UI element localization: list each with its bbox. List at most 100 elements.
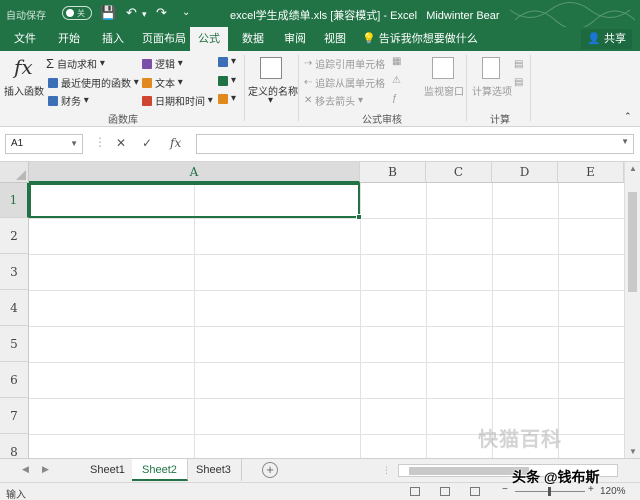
vertical-scroll-thumb[interactable] (628, 192, 637, 292)
undo-icon[interactable]: ↶ (126, 5, 137, 21)
formula-bar: A1 ▼ ⋮ ✕ ✓ fx ▼ (0, 127, 640, 162)
column-header-b[interactable]: B (360, 162, 426, 183)
recent-functions-button[interactable]: 最近使用的函数 ▾ (48, 75, 139, 90)
calc-now-icon[interactable]: ▤ (514, 59, 523, 70)
tab-file[interactable]: 文件 (6, 27, 44, 51)
watch-window-button[interactable]: 监视窗口 (424, 83, 464, 98)
redo-icon[interactable]: ↷ (156, 5, 167, 21)
expand-formula-bar-icon[interactable]: ▼ (621, 137, 629, 146)
vertical-scrollbar[interactable]: ▲ ▼ (624, 162, 640, 458)
select-all-corner[interactable] (0, 162, 29, 183)
save-icon[interactable]: 💾 (100, 5, 116, 21)
financial-button[interactable]: 财务 ▾ (48, 93, 89, 108)
math-button[interactable]: ▾ (218, 75, 236, 86)
more-functions-button[interactable]: ▾ (218, 93, 236, 104)
separator (244, 55, 245, 121)
sheet-tab-2[interactable]: Sheet2 (132, 459, 188, 481)
tab-home[interactable]: 开始 (50, 27, 88, 51)
cancel-icon[interactable]: ✕ (116, 136, 126, 150)
tab-review[interactable]: 审阅 (276, 27, 314, 51)
zoom-out-icon[interactable]: − (502, 484, 508, 495)
trace-dependents-icon: ⇠ (304, 77, 316, 88)
row-header-4[interactable]: 4 (0, 290, 29, 326)
insert-function-icon[interactable]: fx (170, 136, 181, 150)
name-box-dropdown-icon[interactable]: ▼ (70, 135, 78, 153)
show-formulas-icon[interactable]: ▦ (392, 56, 401, 67)
trace-precedents-icon: ⇢ (304, 58, 316, 69)
error-checking-icon[interactable]: ⚠ (392, 75, 401, 86)
toggle-knob (66, 9, 74, 17)
zoom-slider-knob[interactable] (548, 487, 551, 496)
column-header-e[interactable]: E (558, 162, 624, 183)
calc-sheet-icon[interactable]: ▤ (514, 77, 523, 88)
calc-options-button[interactable]: 计算选项 (472, 83, 512, 98)
row-header-6[interactable]: 6 (0, 362, 29, 398)
insert-function-button[interactable]: 插入函数 (4, 83, 44, 98)
autosum-button[interactable]: Σ 自动求和 ▾ (46, 56, 105, 71)
column-header-a[interactable]: A (29, 162, 360, 183)
datetime-button[interactable]: 日期和时间 ▾ (142, 93, 213, 108)
fx-icon: fx (14, 55, 33, 79)
row-header-3[interactable]: 3 (0, 254, 29, 290)
name-box[interactable]: A1 ▼ (5, 134, 83, 154)
undo-dropdown-icon[interactable]: ▾ (142, 9, 147, 20)
watch-window-icon (432, 57, 454, 79)
tell-me-search[interactable]: 💡 告诉我你想要做什么 (362, 27, 478, 51)
column-header-d[interactable]: D (492, 162, 558, 183)
split-handle-icon[interactable]: ⋮ (382, 465, 391, 476)
row-header-8[interactable]: 8 (0, 434, 29, 458)
column-header-c[interactable]: C (426, 162, 492, 183)
horizontal-scroll-thumb[interactable] (409, 467, 529, 475)
page-break-view-icon[interactable] (470, 487, 480, 496)
user-name[interactable]: Midwinter Bear (426, 10, 499, 22)
tab-data[interactable]: 数据 (234, 27, 272, 51)
name-box-value: A1 (11, 138, 24, 149)
gridline (29, 254, 624, 255)
lookup-button[interactable]: ▾ (218, 56, 236, 67)
page-layout-view-icon[interactable] (440, 487, 450, 496)
formula-input[interactable]: ▼ (196, 134, 634, 154)
evaluate-formula-icon[interactable]: ƒ (392, 93, 398, 104)
collapse-ribbon-icon[interactable]: ⌃ (624, 111, 632, 122)
customize-toolbar-icon[interactable]: ⌄ (182, 7, 190, 18)
row-header-5[interactable]: 5 (0, 326, 29, 362)
zoom-percent[interactable]: 120% (600, 486, 626, 497)
title-bar-decoration (510, 2, 636, 27)
worksheet-grid[interactable]: A B C D E 1 2 3 4 5 6 7 8 ▲ ▼ (0, 162, 640, 458)
autosave-toggle[interactable]: 关 (62, 6, 92, 20)
row-header-7[interactable]: 7 (0, 398, 29, 434)
row-header-2[interactable]: 2 (0, 218, 29, 254)
separator (298, 55, 299, 121)
trace-precedents-label: 追踪引用单元格 (315, 60, 386, 71)
site-watermark: 快猫百科 (478, 429, 562, 451)
group-label-library: 函数库 (108, 115, 138, 126)
scroll-down-icon[interactable]: ▼ (629, 447, 637, 456)
defined-names-dropdown[interactable]: ▾ (268, 95, 273, 106)
text-button[interactable]: 文本 ▾ (142, 75, 183, 90)
logical-button[interactable]: 逻辑 ▾ (142, 56, 183, 71)
sheet-tab-3[interactable]: Sheet3 (186, 459, 242, 481)
gridline (360, 183, 361, 458)
add-sheet-icon[interactable]: + (262, 462, 278, 478)
remove-arrows-button[interactable]: ✕ 移去箭头 ▾ (304, 93, 363, 108)
fill-handle[interactable] (356, 214, 362, 220)
tab-insert[interactable]: 插入 (94, 27, 132, 51)
tab-page-layout[interactable]: 页面布局 (134, 27, 194, 51)
prev-sheet-icon[interactable]: ◀ (22, 464, 29, 475)
enter-icon[interactable]: ✓ (142, 136, 152, 150)
row-header-1[interactable]: 1 (0, 183, 29, 218)
group-label-calc: 计算 (490, 115, 510, 126)
trace-dependents-button[interactable]: ⇠ 追踪从属单元格 (304, 75, 385, 90)
scroll-up-icon[interactable]: ▲ (629, 164, 637, 173)
trace-precedents-button[interactable]: ⇢ 追踪引用单元格 (304, 56, 385, 71)
recent-label: 最近使用的函数 (61, 79, 131, 90)
ribbon-formulas: fx 插入函数 Σ 自动求和 ▾ 最近使用的函数 ▾ 财务 ▾ 逻辑 ▾ 文本 ▾… (0, 51, 640, 127)
tab-view[interactable]: 视图 (316, 27, 354, 51)
share-button[interactable]: 👤 共享 (581, 29, 632, 49)
next-sheet-icon[interactable]: ▶ (42, 464, 49, 475)
normal-view-icon[interactable] (410, 487, 420, 496)
tab-formulas[interactable]: 公式 (190, 27, 228, 51)
autosum-label: 自动求和 (57, 60, 98, 71)
active-cell-a1[interactable] (29, 183, 362, 220)
sheet-tab-1[interactable]: Sheet1 (80, 459, 136, 481)
